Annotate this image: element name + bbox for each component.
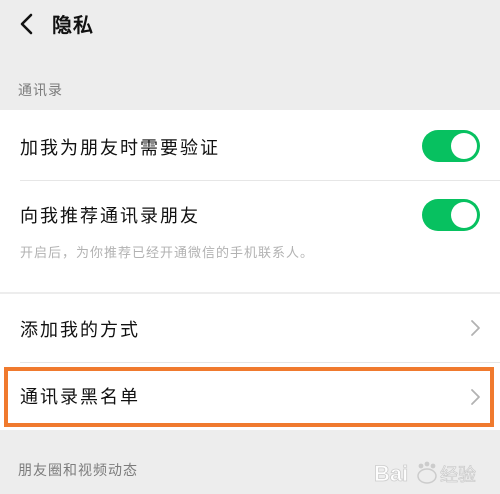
svg-text:经验: 经验	[440, 465, 476, 486]
toggle-knob	[451, 202, 477, 228]
section-label-moments: 朋友圈和视频动态	[18, 463, 138, 479]
recommend-contacts-toggle[interactable]	[422, 199, 480, 231]
verify-friend-label: 加我为朋友时需要验证	[20, 138, 220, 159]
baidu-jingyan-watermark: Bai 经验	[374, 461, 476, 487]
chevron-right-icon	[471, 320, 480, 336]
highlight-box	[4, 367, 494, 427]
recommend-contacts-label: 向我推荐通讯录朋友	[20, 206, 200, 227]
contacts-settings-card: 加我为朋友时需要验证 向我推荐通讯录朋友 开启后，为你推荐已经开通微信的手机联系…	[0, 110, 500, 292]
section-label-contacts: 通讯录	[18, 83, 63, 99]
divider	[20, 180, 500, 181]
verify-friend-toggle[interactable]	[422, 130, 480, 162]
toggle-knob	[451, 133, 477, 159]
navigation-bar: 隐私	[0, 0, 500, 52]
back-chevron-icon[interactable]	[12, 8, 42, 40]
add-methods-row[interactable]: 添加我的方式	[0, 294, 500, 362]
recommend-contacts-description: 开启后，为你推荐已经开通微信的手机联系人。	[20, 246, 315, 261]
svg-text:Bai: Bai	[374, 461, 408, 486]
page-title: 隐私	[52, 13, 94, 37]
add-methods-label: 添加我的方式	[20, 320, 140, 341]
